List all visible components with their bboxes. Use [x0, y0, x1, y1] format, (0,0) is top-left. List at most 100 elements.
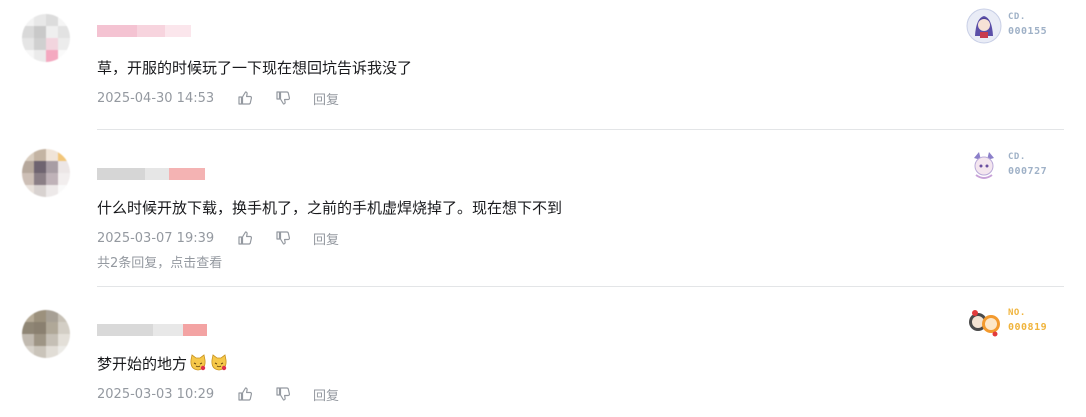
avatar-pixel	[34, 185, 46, 197]
avatar-pixel	[58, 322, 70, 334]
username[interactable]	[97, 25, 191, 37]
avatar-pixel	[46, 161, 58, 173]
username[interactable]	[97, 324, 207, 336]
avatar-pixel	[34, 346, 46, 358]
fan-badge[interactable]: CD. 000727	[962, 146, 1072, 186]
fan-badge-number: 000819	[1008, 322, 1048, 333]
username-blur	[153, 324, 183, 336]
avatar-pixel	[58, 334, 70, 346]
comment-divider	[97, 129, 1064, 130]
username-blur	[97, 25, 137, 37]
username-blur	[183, 324, 207, 336]
like-button[interactable]	[237, 386, 253, 402]
view-replies-link[interactable]: 点击查看	[170, 256, 222, 271]
comment-divider	[97, 286, 1064, 287]
comment-time: 2025-03-07 19:39	[97, 230, 215, 246]
avatar-pixel	[46, 38, 58, 50]
comment-meta: 2025-03-07 19:39 回复	[97, 229, 339, 248]
dislike-button[interactable]	[275, 90, 291, 106]
avatar-pixel	[22, 26, 34, 38]
fan-badge-number: 000727	[1008, 166, 1048, 177]
comment-text: 草，开服的时候玩了一下现在想回坑告诉我没了	[97, 59, 413, 77]
username-blur	[97, 324, 153, 336]
avatar-pixel	[34, 50, 46, 62]
avatar-pixel	[46, 334, 58, 346]
avatar-pixel	[22, 322, 34, 334]
avatar-pixel	[58, 149, 70, 161]
avatar-pixel	[58, 346, 70, 358]
avatar-pixel	[46, 50, 58, 62]
like-button[interactable]	[237, 90, 253, 106]
avatar-pixel	[58, 38, 70, 50]
avatar-pixel	[34, 149, 46, 161]
username-blur	[145, 168, 169, 180]
comment-text: 梦开始的地方	[97, 353, 229, 374]
avatar-pixel	[22, 334, 34, 346]
avatar-pixel	[34, 14, 46, 26]
fan-badge[interactable]: CD. 000155	[962, 6, 1072, 46]
avatar-pixel	[22, 38, 34, 50]
fan-badge[interactable]: NO. 000819	[962, 302, 1072, 342]
avatar-pixel	[34, 26, 46, 38]
avatar-pixel	[22, 346, 34, 358]
avatar[interactable]	[22, 14, 70, 62]
comment-text: 什么时候开放下载，换手机了，之前的手机虚焊烧掉了。现在想下不到	[97, 199, 563, 217]
avatar-pixel	[46, 322, 58, 334]
comment-time: 2025-04-30 14:53	[97, 90, 215, 106]
fan-badge-number: 000155	[1008, 26, 1048, 37]
avatar-pixel	[22, 161, 34, 173]
avatar-pixel	[34, 161, 46, 173]
avatar-pixel	[34, 334, 46, 346]
thumbs-down-icon	[276, 91, 291, 105]
fan-badge-label: CD.	[1008, 152, 1026, 162]
sub-replies-summary: 共2条回复，点击查看	[97, 252, 222, 271]
avatar-pixel	[58, 310, 70, 322]
reply-button[interactable]: 回复	[313, 229, 339, 248]
cat-emote-icon	[190, 354, 206, 371]
avatar-pixel	[22, 185, 34, 197]
like-button[interactable]	[237, 230, 253, 246]
sub-replies-count: 共2条回复，	[97, 256, 171, 271]
username-blur	[169, 168, 205, 180]
avatar-pixel	[58, 14, 70, 26]
fan-badge-icon	[974, 152, 994, 179]
username[interactable]	[97, 168, 205, 180]
username-blur	[97, 168, 145, 180]
avatar-pixel	[58, 185, 70, 197]
dislike-button[interactable]	[275, 386, 291, 402]
avatar-pixel	[58, 173, 70, 185]
avatar-pixel	[46, 310, 58, 322]
username-blur	[165, 25, 191, 37]
thumbs-down-icon	[276, 387, 291, 401]
comment-meta: 2025-03-03 10:29 回复	[97, 385, 339, 404]
comment-text-body: 梦开始的地方	[97, 355, 188, 373]
avatar-pixel	[46, 149, 58, 161]
comment-meta: 2025-04-30 14:53 回复	[97, 89, 339, 108]
avatar[interactable]	[22, 310, 70, 358]
fan-badge-icon	[969, 310, 1000, 337]
avatar-pixel	[22, 173, 34, 185]
thumbs-up-icon	[238, 91, 253, 105]
thumbs-down-icon	[276, 231, 291, 245]
dislike-button[interactable]	[275, 230, 291, 246]
avatar-pixel	[34, 38, 46, 50]
reply-button[interactable]: 回复	[313, 385, 339, 404]
avatar-pixel	[46, 185, 58, 197]
avatar-pixel	[46, 173, 58, 185]
avatar-pixel	[46, 14, 58, 26]
avatar-pixel	[22, 310, 34, 322]
avatar-pixel	[58, 161, 70, 173]
avatar-pixel	[34, 322, 46, 334]
reply-button[interactable]: 回复	[313, 89, 339, 108]
avatar[interactable]	[22, 149, 70, 197]
avatar-pixel	[58, 26, 70, 38]
thumbs-up-icon	[238, 231, 253, 245]
avatar-pixel	[22, 14, 34, 26]
avatar-pixel	[34, 173, 46, 185]
avatar-pixel	[22, 50, 34, 62]
avatar-pixel	[46, 26, 58, 38]
avatar-pixel	[22, 149, 34, 161]
fan-badge-label: CD.	[1008, 12, 1026, 22]
comment-time: 2025-03-03 10:29	[97, 386, 215, 402]
avatar-pixel	[34, 310, 46, 322]
